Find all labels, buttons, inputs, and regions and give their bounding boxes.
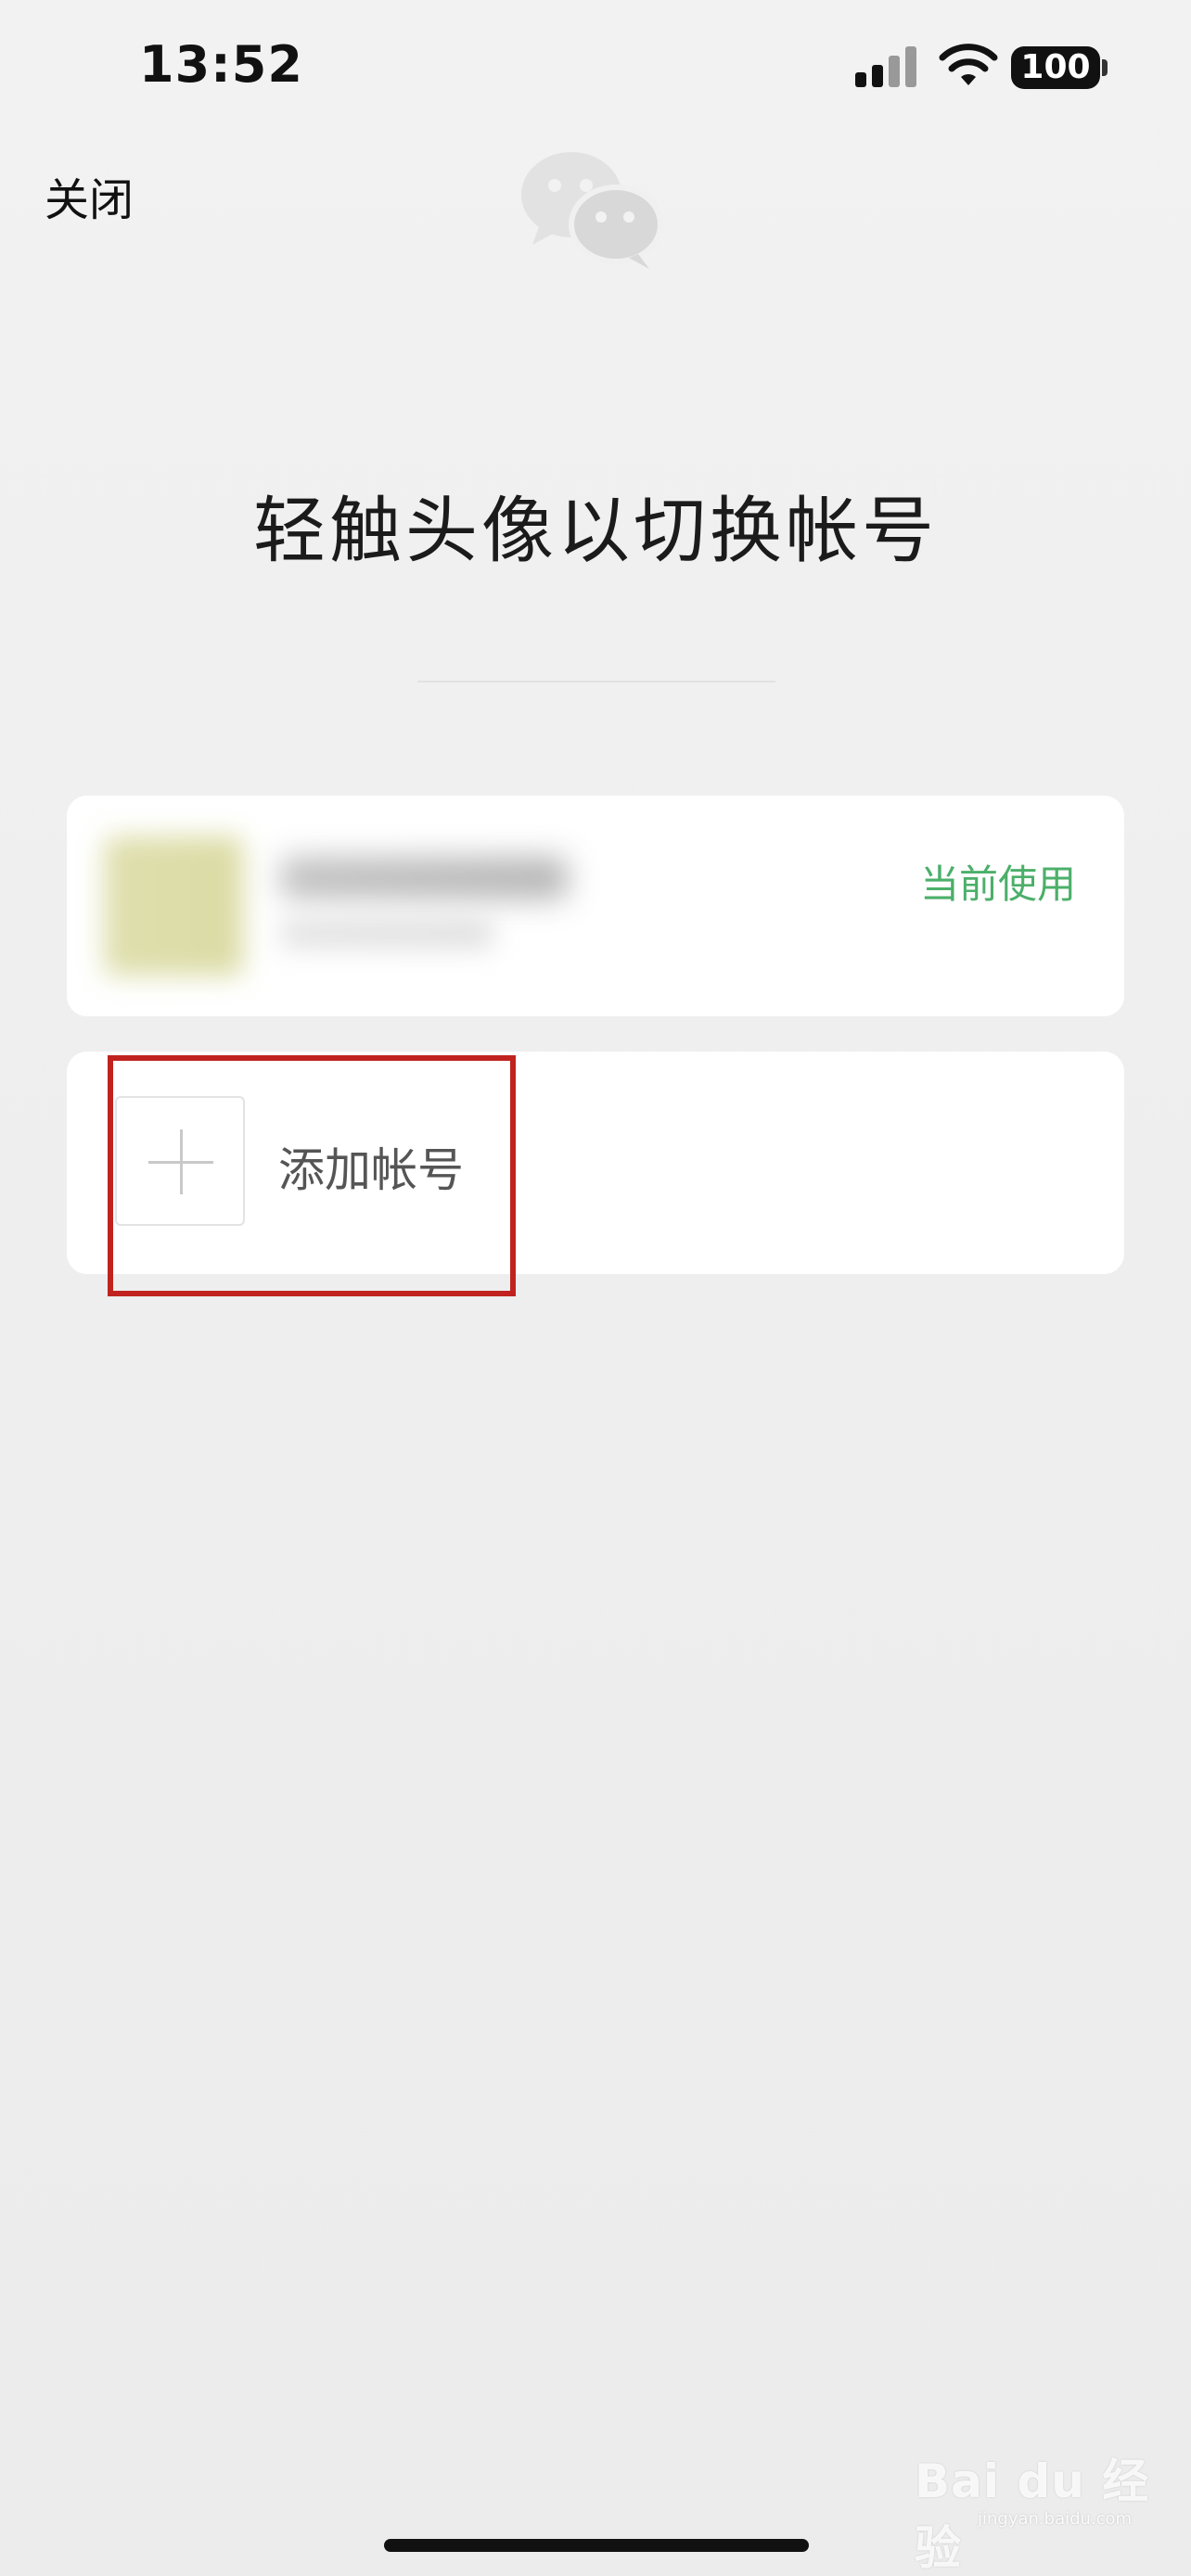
battery-icon: 100 — [1011, 46, 1100, 89]
status-time: 13:52 — [139, 35, 303, 94]
current-account-card[interactable]: 当前使用 — [67, 796, 1124, 1016]
home-indicator[interactable] — [384, 2539, 809, 2552]
blur-overlay — [67, 796, 735, 1016]
highlight-annotation — [108, 1055, 516, 1296]
current-account-badge: 当前使用 — [919, 861, 1076, 907]
watermark-site: jingyan.baidu.com — [978, 2509, 1133, 2529]
close-button[interactable]: 关闭 — [45, 163, 134, 228]
divider — [417, 681, 775, 682]
wechat-logo-icon — [521, 152, 663, 269]
cellular-signal-icon — [855, 46, 918, 87]
wifi-icon — [939, 44, 998, 85]
page-title: 轻触头像以切换帐号 — [252, 490, 938, 573]
battery-nub — [1102, 59, 1108, 76]
